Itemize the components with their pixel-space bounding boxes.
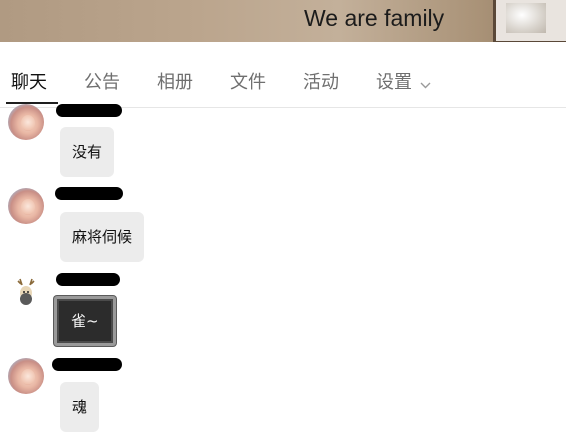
tab-chat[interactable]: 聊天 [11, 68, 47, 94]
redacted-sender-name [56, 273, 120, 286]
avatar[interactable] [8, 358, 44, 394]
message-bubble[interactable]: 魂 [60, 382, 100, 432]
tab-files[interactable]: 文件 [230, 68, 266, 94]
tab-settings[interactable]: 设置 [376, 68, 431, 94]
chevron-down-icon[interactable] [420, 73, 431, 94]
tab-album[interactable]: 相册 [157, 68, 193, 94]
tab-activities[interactable]: 活动 [303, 68, 339, 94]
group-banner: We are family [0, 0, 566, 42]
message-bubble[interactable]: 没有 [60, 127, 115, 177]
avatar[interactable] [8, 104, 44, 140]
message-bubble[interactable]: 麻将伺候 [60, 212, 145, 262]
tab-settings-label: 设置 [376, 72, 412, 93]
message-bubble[interactable]: 雀~ [54, 296, 116, 346]
tab-announcements[interactable]: 公告 [84, 68, 120, 94]
group-title: We are family [304, 5, 445, 31]
active-tab-indicator [6, 102, 58, 104]
avatar[interactable] [8, 273, 44, 309]
redacted-sender-name [55, 187, 123, 200]
redacted-sender-name [56, 104, 122, 117]
deer-icon [17, 278, 35, 305]
tab-bar: 聊天 公告 相册 文件 活动 设置 [0, 42, 566, 108]
redacted-sender-name [52, 358, 122, 371]
banner-photo [493, 0, 566, 42]
avatar[interactable] [8, 188, 44, 224]
